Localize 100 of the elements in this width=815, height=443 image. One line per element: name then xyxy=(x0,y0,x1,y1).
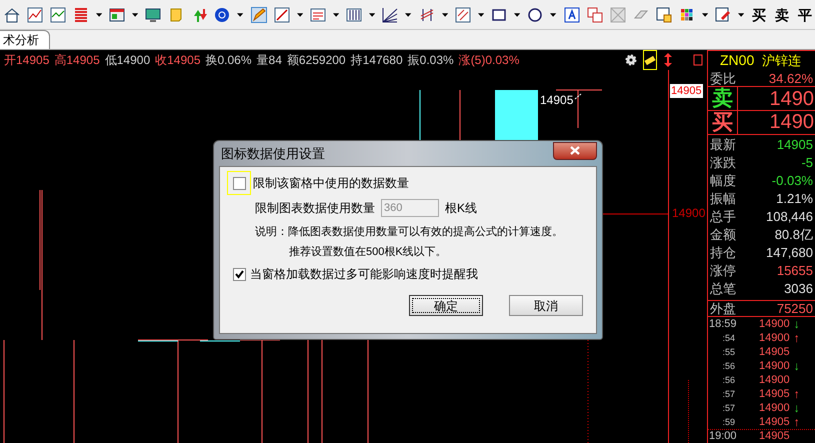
quote-value: 收14905 xyxy=(155,54,200,66)
tab[interactable]: 术分析 xyxy=(0,30,50,49)
caret-icon[interactable] xyxy=(405,12,412,16)
quote-value: 开14905 xyxy=(4,54,50,66)
tick-time: :56 xyxy=(721,376,736,384)
tick-time: :55 xyxy=(721,348,736,356)
line-chart-icon[interactable] xyxy=(50,6,66,22)
text-box-icon[interactable] xyxy=(564,6,580,22)
tick-price: 14905 xyxy=(759,346,790,358)
tick-arrow: ↓ xyxy=(794,360,800,372)
tick-price: 14905 xyxy=(759,388,790,400)
stat-label: 最新 xyxy=(710,138,736,152)
tick-price: 14900 xyxy=(759,402,790,414)
tick-time: :56 xyxy=(721,362,736,370)
caret-icon[interactable] xyxy=(132,12,138,16)
diagonal-line-icon[interactable] xyxy=(274,6,290,22)
pen-box-icon[interactable] xyxy=(714,6,731,22)
caret-icon[interactable] xyxy=(478,12,484,16)
quote-value: 持147680 xyxy=(350,54,403,66)
list-icon[interactable] xyxy=(73,6,89,22)
stat-label: 涨停 xyxy=(710,264,736,278)
trade-button[interactable]: 平 xyxy=(795,8,815,22)
quote-value: 换0.06% xyxy=(206,54,252,66)
tick-arrow: ↑ xyxy=(794,332,800,344)
stat-value: 15655 xyxy=(776,264,813,278)
tick-time: 18:59 xyxy=(709,318,738,330)
quote-value: 高14905 xyxy=(54,54,100,66)
quote-value: 量84 xyxy=(256,54,282,66)
quote-value: 额6259200 xyxy=(286,54,346,66)
close-icon xyxy=(570,146,580,155)
overlap-squares-icon[interactable] xyxy=(586,6,603,22)
vertical-lines-icon[interactable] xyxy=(346,6,362,22)
caret-icon[interactable] xyxy=(296,12,303,16)
tick-price: 14900 xyxy=(759,332,790,344)
trade-button[interactable]: 买 xyxy=(749,8,770,22)
caret-icon[interactable] xyxy=(369,12,376,16)
stat-value: 1.21% xyxy=(776,192,813,206)
note-text: 说明：降低图表数据使用数量可以有效的提高公式的计算速度。 xyxy=(255,224,564,240)
stat-value: 3036 xyxy=(784,282,813,296)
stat-value: 75250 xyxy=(776,302,813,315)
tick-price: 14900 xyxy=(759,360,790,372)
circle-icon[interactable] xyxy=(527,6,544,22)
stat-label: 总笔 xyxy=(710,282,736,296)
dialog-button[interactable]: 取消 xyxy=(509,295,583,316)
checkbox[interactable] xyxy=(233,268,246,280)
caret-icon[interactable] xyxy=(332,12,340,16)
trade-button[interactable]: 卖 xyxy=(772,8,792,22)
checkbox-label[interactable]: 当窗格加载数据过多可能影响速度时提醒我 xyxy=(250,265,478,283)
quote-value: 涨(5)0.03% xyxy=(458,54,520,66)
unit-label: 根K线 xyxy=(445,200,478,217)
caret-icon[interactable] xyxy=(738,12,744,16)
up-down-arrow-icon[interactable] xyxy=(663,53,673,67)
stat-label: 涨跌 xyxy=(710,156,736,170)
caret-icon[interactable] xyxy=(96,12,102,16)
hatched-lines-icon[interactable] xyxy=(418,6,435,22)
order-side-label: 买 xyxy=(712,112,733,133)
stat-label: 总手 xyxy=(710,210,736,224)
color-grid-icon[interactable] xyxy=(678,6,695,22)
gear-icon[interactable] xyxy=(625,54,637,66)
house-icon[interactable] xyxy=(4,6,20,22)
line-chart-icon[interactable] xyxy=(27,6,43,22)
tick-price: 14900 xyxy=(759,318,790,330)
caret-icon[interactable] xyxy=(702,12,708,16)
caret-icon[interactable] xyxy=(237,12,244,16)
rectangle-icon[interactable] xyxy=(491,6,508,22)
tick-time: :59 xyxy=(721,418,736,426)
square-icon[interactable] xyxy=(693,54,703,66)
checkbox-label[interactable]: 限制该窗格中使用的数据数量 xyxy=(253,174,409,192)
monitor-icon[interactable] xyxy=(145,6,162,22)
quote-value: 振0.03% xyxy=(408,54,454,66)
checkbox[interactable] xyxy=(232,176,246,190)
highlighted-tool-icon[interactable] xyxy=(643,50,657,70)
stat-value: 14905 xyxy=(776,138,813,152)
fan-lines-icon[interactable] xyxy=(382,6,398,22)
stat-label: 振幅 xyxy=(710,192,736,206)
close-button[interactable] xyxy=(553,142,597,160)
caret-icon[interactable] xyxy=(442,12,448,16)
order-side-label: 卖 xyxy=(712,88,733,109)
tick-time: :54 xyxy=(721,334,736,342)
stat-value: 147,680 xyxy=(766,246,813,260)
tick-arrow: ↑ xyxy=(794,416,800,428)
window-icon[interactable] xyxy=(109,6,126,22)
price-tag: 14905 xyxy=(670,84,703,98)
tick-price: 14900 xyxy=(759,374,790,386)
tick-time: 19:00 xyxy=(709,431,738,442)
tick-arrow: ↓ xyxy=(794,318,800,330)
caret-icon[interactable] xyxy=(550,12,557,16)
arrows-icon[interactable] xyxy=(191,6,208,22)
stat-value: -0.03% xyxy=(772,174,813,188)
stat-value: -5 xyxy=(801,156,813,170)
note-text: 推荐设置数值在500根K线以下。 xyxy=(288,244,448,260)
pencil-icon[interactable] xyxy=(250,6,267,22)
stat-label: 幅度 xyxy=(710,174,736,188)
text-lines-icon[interactable] xyxy=(310,6,326,22)
caret-icon[interactable] xyxy=(514,12,520,16)
symbol-name: 沪锌连 xyxy=(762,52,802,70)
tick-price: 14905 xyxy=(759,416,790,428)
tick-time: :57 xyxy=(721,404,736,412)
dialog-button[interactable]: 确定 xyxy=(409,295,483,316)
order-price: 1490 xyxy=(768,112,815,132)
